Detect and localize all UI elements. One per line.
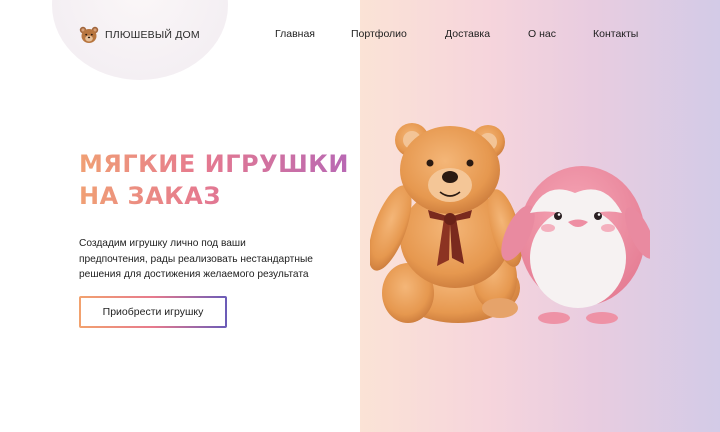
hero-description-line-2: предпочтения, рады реализовать нестандар… [79,253,313,265]
nav-item-portfolio[interactable]: Портфолио [351,28,407,40]
buy-toy-button-label: Приобрести игрушку [81,298,225,326]
hero-title: МЯГКИЕ ИГРУШКИ НА ЗАКАЗ [79,148,349,212]
nav-item-contacts[interactable]: Контакты [593,28,638,40]
hero-description-line-3: решения для достижения желаемого результ… [79,269,309,280]
nav-item-delivery[interactable]: Доставка [445,28,490,40]
penguin-toy [501,166,650,324]
nav-item-about[interactable]: О нас [528,28,556,40]
main-nav: Главная Портфолио Доставка О нас Контакт… [0,28,720,42]
hero-title-line-1: МЯГКИЕ ИГРУШКИ [79,150,349,178]
hero-title-line-2: НА ЗАКАЗ [79,182,221,210]
hero-toys-image [370,123,650,324]
nav-item-home[interactable]: Главная [275,28,315,40]
buy-toy-button[interactable]: Приобрести игрушку [79,296,227,328]
teddy-bear-toy [370,123,523,323]
hero-description: Создадим игрушку лично под ваши предпочт… [79,236,379,283]
hero-description-line-1: Создадим игрушку лично под ваши [79,238,246,249]
